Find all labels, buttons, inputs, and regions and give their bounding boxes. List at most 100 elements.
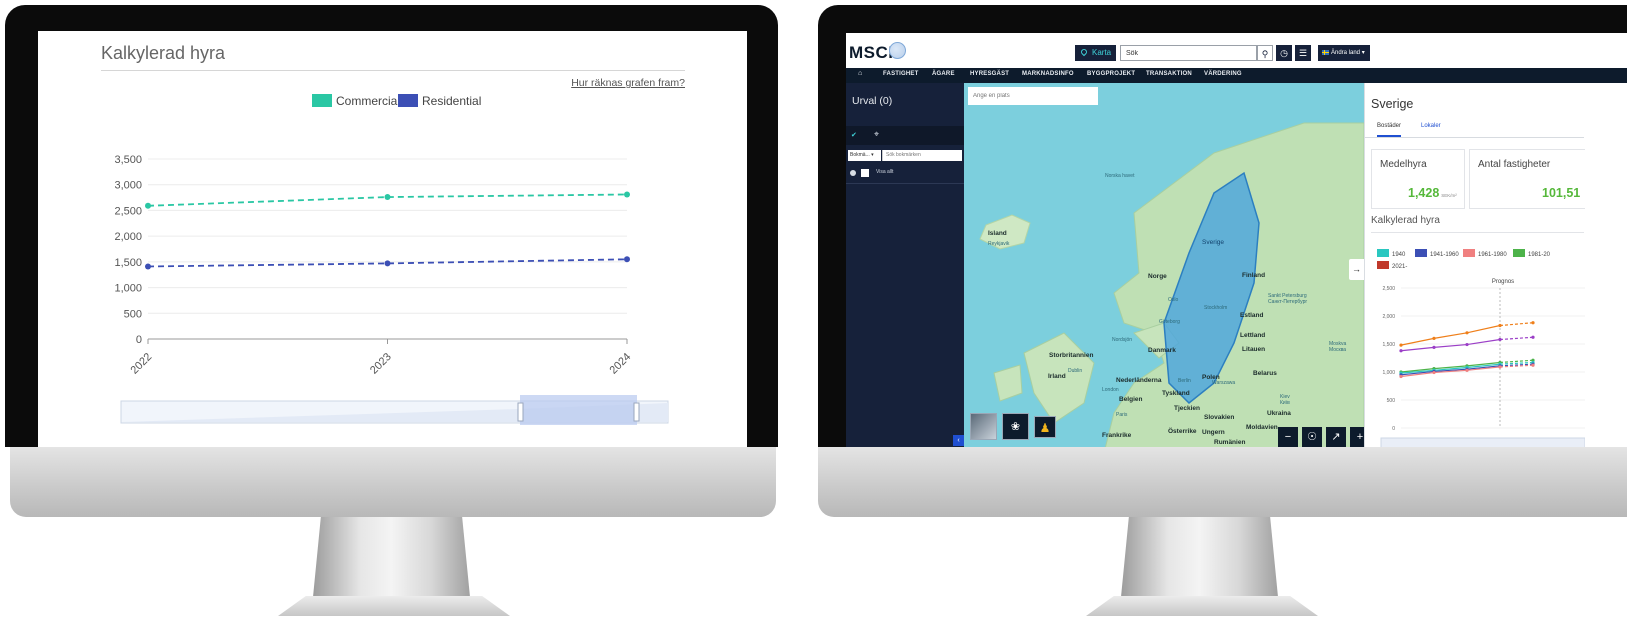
data-point xyxy=(1465,368,1469,372)
show-all-checkbox[interactable] xyxy=(861,169,869,177)
map-label: Oslo xyxy=(1168,297,1179,303)
data-point xyxy=(1399,349,1403,353)
series-forecast-line xyxy=(1499,364,1534,368)
series-line xyxy=(1400,338,1501,352)
search-input[interactable] xyxy=(1120,45,1257,61)
bookmark-select[interactable]: Bokmä... ▾ xyxy=(848,150,881,161)
drone-view-button[interactable]: ❀ xyxy=(1002,413,1029,440)
navigator-track xyxy=(1380,437,1585,447)
data-point xyxy=(1498,323,1502,328)
zoom-out-button[interactable]: − xyxy=(1278,427,1298,447)
y-tick-label: 500 xyxy=(1387,398,1396,404)
nav-fastighet[interactable]: FASTIGHET xyxy=(883,71,918,77)
left-monitor-neck xyxy=(313,517,470,597)
country-panel: Sverige Bostäder Lokaler Medelhyra 1,428… xyxy=(1364,83,1585,447)
y-tick-label: 3,000 xyxy=(114,180,142,192)
map-label: Danmark xyxy=(1148,347,1176,354)
show-all-label: Visa allt xyxy=(876,169,894,175)
bookmark-search-input[interactable]: Sök bokmärken xyxy=(882,150,962,161)
map-label: Norska havet xyxy=(1105,173,1135,179)
nav-vardering[interactable]: VÄRDERING xyxy=(1204,71,1242,77)
expand-panel-arrow-icon[interactable]: → xyxy=(1349,259,1364,280)
street-view-button[interactable]: ♟ xyxy=(1034,416,1056,438)
legend-label: 1961-1980 xyxy=(1478,252,1507,258)
map-label: Lettland xyxy=(1240,332,1266,339)
y-tick-label: 0 xyxy=(136,334,142,346)
data-point xyxy=(1531,335,1535,339)
y-tick-label: 500 xyxy=(124,308,142,320)
locate-button[interactable]: ☉ xyxy=(1302,427,1322,447)
nav-marknadsinfo[interactable]: MARKNADSINFO xyxy=(1022,71,1074,77)
nav-hyresgast[interactable]: HYRESGÄST xyxy=(970,71,1009,77)
list-button[interactable]: ☰ xyxy=(1295,45,1311,61)
legend-label: 1981-20 xyxy=(1528,252,1551,258)
x-tick-label: 2024 xyxy=(608,351,634,377)
map-label: Nordsjön xyxy=(1112,337,1133,343)
change-country-label: Ändra land ▾ xyxy=(1331,50,1365,56)
map-label: Kiev Київ xyxy=(1280,394,1290,406)
map-label: Norge xyxy=(1148,273,1167,280)
y-tick-label: 2,000 xyxy=(114,231,142,243)
data-point xyxy=(1465,331,1469,335)
map-label: Paris xyxy=(1116,412,1128,418)
y-tick-label: 2,000 xyxy=(1382,314,1395,320)
left-monitor-foot xyxy=(278,596,510,616)
left-monitor-chin xyxy=(10,447,776,517)
sidebar-toolbar: ✔ ⌖ xyxy=(846,126,964,145)
map-label: Island xyxy=(988,230,1007,237)
data-point xyxy=(624,256,630,263)
data-point xyxy=(384,194,391,201)
data-point xyxy=(1498,337,1502,342)
series-forecast-line xyxy=(1499,336,1534,341)
map-label: Moskva Москва xyxy=(1329,341,1347,353)
measure-button[interactable]: ↗ xyxy=(1326,427,1346,447)
legend-swatch xyxy=(1377,261,1389,269)
map-label: Frankrike xyxy=(1102,432,1132,439)
data-point xyxy=(1531,363,1535,367)
right-monitor-neck xyxy=(1121,517,1278,597)
legend-swatch xyxy=(1377,249,1389,257)
navigator-handle-left xyxy=(517,402,524,422)
legend-label: Residential xyxy=(422,94,481,108)
series-forecast-line xyxy=(1499,361,1534,365)
x-tick-label: 2023 xyxy=(368,351,394,377)
check-icon[interactable]: ✔ xyxy=(851,131,859,139)
place-search-input[interactable] xyxy=(968,87,1098,105)
terrain-view-button[interactable] xyxy=(970,413,997,440)
msci-logo[interactable]: MSCI xyxy=(849,43,894,63)
map-label: Österrike xyxy=(1168,428,1197,435)
nav-byggprojekt[interactable]: BYGGPROJEKT xyxy=(1087,71,1135,77)
sidebar-divider xyxy=(846,183,964,184)
sweden-flag-icon xyxy=(1322,49,1329,55)
legend-swatch xyxy=(398,94,418,107)
map-label: Göteborg xyxy=(1159,319,1180,325)
show-all-radio[interactable] xyxy=(850,170,856,176)
y-tick-label: 1,000 xyxy=(1382,370,1395,376)
map-label: Slovakien xyxy=(1204,414,1235,421)
home-icon[interactable]: ⌂ xyxy=(858,70,862,77)
map-label: Belarus xyxy=(1253,370,1277,377)
zoom-in-button[interactable]: + xyxy=(1350,427,1364,447)
data-point xyxy=(1399,343,1403,347)
x-tick-label: 2022 xyxy=(129,351,155,377)
chart-icon[interactable]: ⌖ xyxy=(874,129,879,140)
map-label: Litauen xyxy=(1242,346,1266,353)
legend-swatch xyxy=(1415,249,1427,257)
navigator-handle-right xyxy=(633,402,640,422)
history-button[interactable]: ◷ xyxy=(1276,45,1292,61)
series-forecast-line xyxy=(1499,359,1534,364)
collapse-sidebar-button[interactable]: ‹ xyxy=(953,435,964,446)
map-label: Irland xyxy=(1048,373,1066,380)
map-view[interactable]: Norska havet Island Reykjavik Sverige No… xyxy=(964,83,1364,447)
data-point xyxy=(145,263,151,270)
search-button[interactable]: ⚲ xyxy=(1257,45,1273,61)
karta-button[interactable]: Karta xyxy=(1075,45,1116,61)
map-label: Warszawa xyxy=(1212,380,1236,386)
nav-transaktion[interactable]: TRANSAKTION xyxy=(1146,71,1192,77)
change-country-button[interactable]: Ändra land ▾ xyxy=(1318,45,1370,61)
map-label: Berlin xyxy=(1178,378,1191,384)
nav-agare[interactable]: ÄGARE xyxy=(932,71,955,77)
data-point xyxy=(1432,336,1436,340)
map-label: Tyskland xyxy=(1162,390,1190,397)
right-screen: MSCI Karta ⚲ ◷ ☰ Ändra land ▾ ⌂ FASTIGHE… xyxy=(846,33,1627,447)
